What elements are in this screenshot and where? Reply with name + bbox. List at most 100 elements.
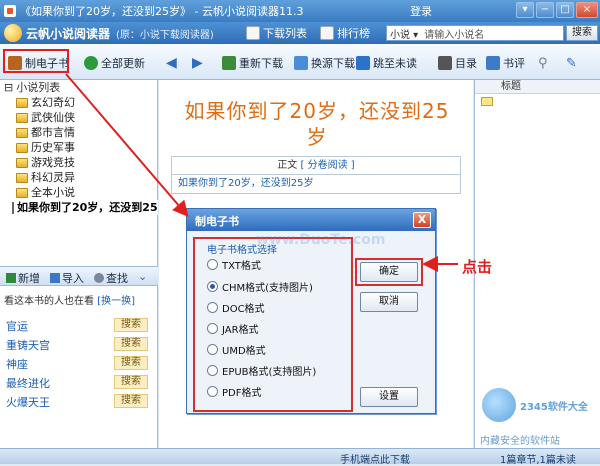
import-button[interactable]: 导入 [50, 270, 84, 286]
change-source-button[interactable]: 换源下载 [294, 54, 355, 72]
left-panel: ⊟ 小说列表 玄幻奇幻 武侠仙侠 都市言情 历史军事 游戏竞技 科幻灵异 全本小… [0, 80, 158, 464]
tree-item-label: 全本小说 [31, 186, 75, 199]
maximize-button[interactable]: □ [556, 2, 574, 18]
search-chip-button[interactable]: 搜索 [114, 356, 148, 370]
tree-item-lishi[interactable]: 历史军事 [0, 140, 158, 155]
format-option-label: PDF格式 [222, 387, 262, 399]
title-column-header[interactable]: 标题 [475, 80, 600, 94]
radio-icon[interactable] [207, 322, 218, 334]
folder-icon [16, 97, 28, 108]
watermark-logo-icon [482, 388, 516, 422]
ranking-icon [320, 26, 334, 40]
search-placeholder: 请输入小说名 [424, 29, 485, 41]
brand-subtitle: (原：小说下载阅读器) [116, 29, 214, 41]
format-option-pdf[interactable]: PDF格式 [207, 384, 262, 399]
format-option-txt[interactable]: TXT格式 [207, 257, 261, 272]
tree-item-kehuan[interactable]: 科幻灵异 [0, 170, 158, 185]
close-button[interactable]: × [576, 2, 598, 18]
radio-icon[interactable] [207, 343, 218, 355]
jump-unread-button[interactable]: 跳至未读 [356, 54, 417, 72]
tree-item-quanben[interactable]: 全本小说 [0, 185, 158, 200]
format-option-doc[interactable]: DOC格式 [207, 300, 265, 315]
list-item[interactable] [475, 94, 600, 108]
tree-item-wuxia[interactable]: 武侠仙侠 [0, 110, 158, 125]
tree-item-selected-book[interactable]: 如果你到了20岁，还没到25岁 [0, 200, 158, 215]
dialog-body: 电子书格式选择 TXT格式 CHM格式(支持图片) DOC格式 JAR格式 UM… [190, 232, 432, 412]
back-button[interactable]: ◀ [166, 54, 177, 72]
format-option-jar[interactable]: JAR格式 [207, 321, 259, 336]
magnifier-icon: ⚲ [538, 55, 548, 71]
settings-dialog-button[interactable]: 设置 [360, 387, 418, 407]
find-label: 查找 [106, 272, 128, 285]
settings-button[interactable]: ✎ [566, 54, 577, 72]
minimize-button[interactable]: − [536, 2, 554, 18]
dialog-title: 制电子书 [195, 215, 239, 228]
book-link[interactable]: 最终进化 [6, 375, 50, 391]
tree-item-youxi[interactable]: 游戏竞技 [0, 155, 158, 170]
menu-dropdown-icon[interactable]: ▾ [516, 2, 534, 18]
app-icon [4, 5, 16, 17]
redownload-button[interactable]: 重新下载 [222, 54, 283, 72]
forward-button[interactable]: ▶ [192, 54, 203, 72]
cancel-button[interactable]: 取消 [360, 292, 418, 312]
folder-icon [16, 112, 28, 123]
format-option-epub[interactable]: EPUB格式(支持图片) [207, 363, 316, 378]
book-link[interactable]: 神座 [6, 356, 28, 372]
format-option-label: CHM格式(支持图片) [222, 282, 313, 294]
dialog-close-button[interactable]: X [413, 212, 431, 228]
radio-checked-icon[interactable] [207, 280, 218, 292]
catalog-button[interactable]: 目录 [438, 54, 477, 72]
list-item: 神座 搜索 [0, 354, 158, 373]
tree-item-xuanhuan[interactable]: 玄幻奇幻 [0, 95, 158, 110]
format-option-chm[interactable]: CHM格式(支持图片) [207, 279, 313, 294]
tab-ranking[interactable]: 排行榜 [320, 25, 370, 41]
tab-download-list-label: 下载列表 [263, 27, 307, 40]
search-chip-button[interactable]: 搜索 [114, 337, 148, 351]
update-all-button[interactable]: 全部更新 [84, 54, 145, 72]
format-option-label: DOC格式 [222, 303, 265, 315]
catalog-icon [438, 56, 452, 70]
book-link[interactable]: 官运 [6, 318, 28, 334]
tree-item-dushi[interactable]: 都市言情 [0, 125, 158, 140]
dialog-titlebar: 制电子书 X [187, 209, 435, 231]
search-category-select[interactable]: 小说 ▾ [390, 26, 418, 41]
chapter-link[interactable]: 如果你到了20岁，还没到25岁 [172, 175, 460, 193]
radio-icon[interactable] [207, 364, 218, 376]
make-ebook-highlight [3, 49, 69, 73]
refresh-link[interactable]: [换一换] [97, 296, 135, 307]
tree-root[interactable]: ⊟ 小说列表 [0, 80, 158, 95]
format-option-label: TXT格式 [222, 260, 261, 272]
brand-name: 云帆小说阅读器 [26, 26, 111, 41]
ok-button[interactable]: 确定 [360, 262, 418, 282]
update-all-label: 全部更新 [101, 57, 145, 70]
book-link[interactable]: 重铸天宫 [6, 337, 50, 353]
wrench-icon: ✎ [566, 55, 577, 71]
download-list-icon [246, 26, 260, 40]
login-link[interactable]: 登录 [410, 3, 432, 19]
search-chip-button[interactable]: 搜索 [114, 394, 148, 408]
search-chip-button[interactable]: 搜索 [114, 318, 148, 332]
collapse-panel-icon[interactable]: ⌄ [138, 270, 147, 283]
search-button[interactable]: 搜索 [566, 25, 598, 41]
book-icon [12, 201, 14, 214]
radio-icon[interactable] [207, 385, 218, 397]
collapse-icon[interactable]: ⊟ [4, 80, 13, 95]
jump-unread-label: 跳至未读 [373, 57, 417, 70]
folder-icon [16, 142, 28, 153]
find-button[interactable]: 查找 [94, 270, 128, 286]
book-link[interactable]: 火爆天王 [6, 394, 50, 410]
window-controls: ▾ − □ × [516, 2, 598, 18]
volume-read-link[interactable]: [ 分卷阅读 ] [301, 160, 355, 171]
format-group: 电子书格式选择 TXT格式 CHM格式(支持图片) DOC格式 JAR格式 UM… [193, 237, 353, 412]
review-button[interactable]: 书评 [486, 54, 525, 72]
search-chip-button[interactable]: 搜索 [114, 375, 148, 389]
radio-icon[interactable] [207, 301, 218, 313]
tab-download-list[interactable]: 下载列表 [246, 25, 307, 41]
format-option-umd[interactable]: UMD格式 [207, 342, 266, 357]
add-button[interactable]: 新增 [6, 270, 40, 286]
search-input[interactable]: 小说 ▾ 请输入小说名 [386, 25, 564, 41]
refresh-all-icon [84, 56, 98, 70]
zoom-button[interactable]: ⚲ [538, 54, 548, 72]
tree-root-label: 小说列表 [16, 81, 61, 94]
radio-icon[interactable] [207, 258, 218, 270]
